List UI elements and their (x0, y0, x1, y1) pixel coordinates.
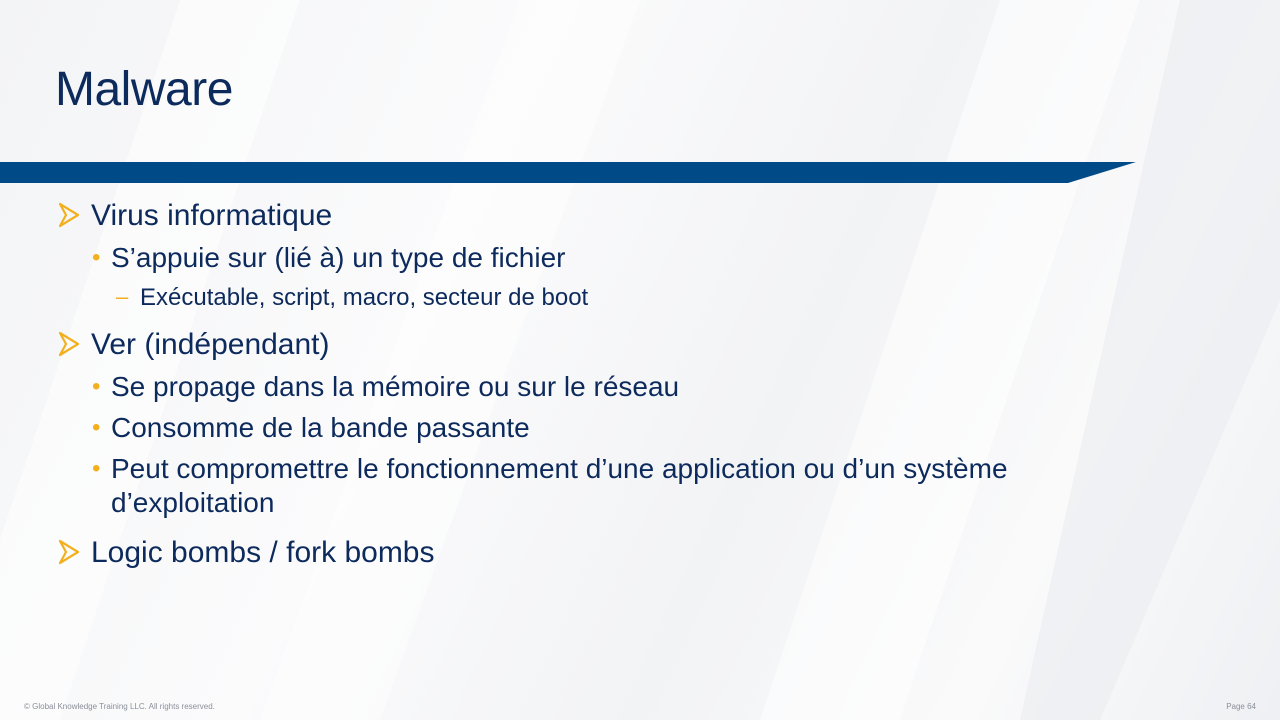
sub-bullet: • Se propage dans la mémoire ou sur le r… (58, 370, 1158, 404)
sub-bullet-text: Consomme de la bande passante (111, 412, 530, 443)
arrow-bullet-icon (58, 202, 80, 228)
bullet-dot: • (92, 455, 101, 482)
sub-bullet: • S’appuie sur (lié à) un type de fichie… (58, 241, 1158, 275)
bullet-virus: Virus informatique (58, 198, 1158, 234)
bullet-dot: • (92, 414, 101, 441)
arrow-bullet-icon (58, 331, 80, 357)
sub-sub-bullet-text: Exécutable, script, macro, secteur de bo… (140, 284, 589, 311)
copyright-notice: © Global Knowledge Training LLC. All rig… (24, 702, 215, 711)
sub-bullet-text: S’appuie sur (lié à) un type de fichier (111, 242, 566, 273)
sub-bullet: • Peut compromettre le fonctionnement d’… (58, 452, 1158, 520)
sub-bullet-text: Peut compromettre le fonctionnement d’un… (111, 453, 1008, 518)
bullet-dot: • (92, 373, 101, 400)
bullet-logic-bombs: Logic bombs / fork bombs (58, 535, 1158, 571)
bullet-ver: Ver (indépendant) (58, 327, 1158, 363)
sub-sub-bullet: – Exécutable, script, macro, secteur de … (58, 284, 1158, 312)
arrow-bullet-icon (58, 539, 80, 565)
bullet-text: Virus informatique (91, 199, 333, 232)
bullet-text: Logic bombs / fork bombs (91, 536, 435, 569)
sub-bullet-text: Se propage dans la mémoire ou sur le rés… (111, 371, 680, 402)
bullet-dot: • (92, 244, 101, 271)
bullet-text: Ver (indépendant) (91, 328, 330, 361)
page-number: Page 64 (1226, 702, 1256, 711)
sub-bullet: • Consomme de la bande passante (58, 411, 1158, 445)
slide-body: Virus informatique • S’appuie sur (lié à… (58, 198, 1158, 571)
dash-marker: – (116, 284, 129, 309)
slide-title: Malware (55, 63, 233, 116)
title-divider-band (0, 162, 1136, 183)
